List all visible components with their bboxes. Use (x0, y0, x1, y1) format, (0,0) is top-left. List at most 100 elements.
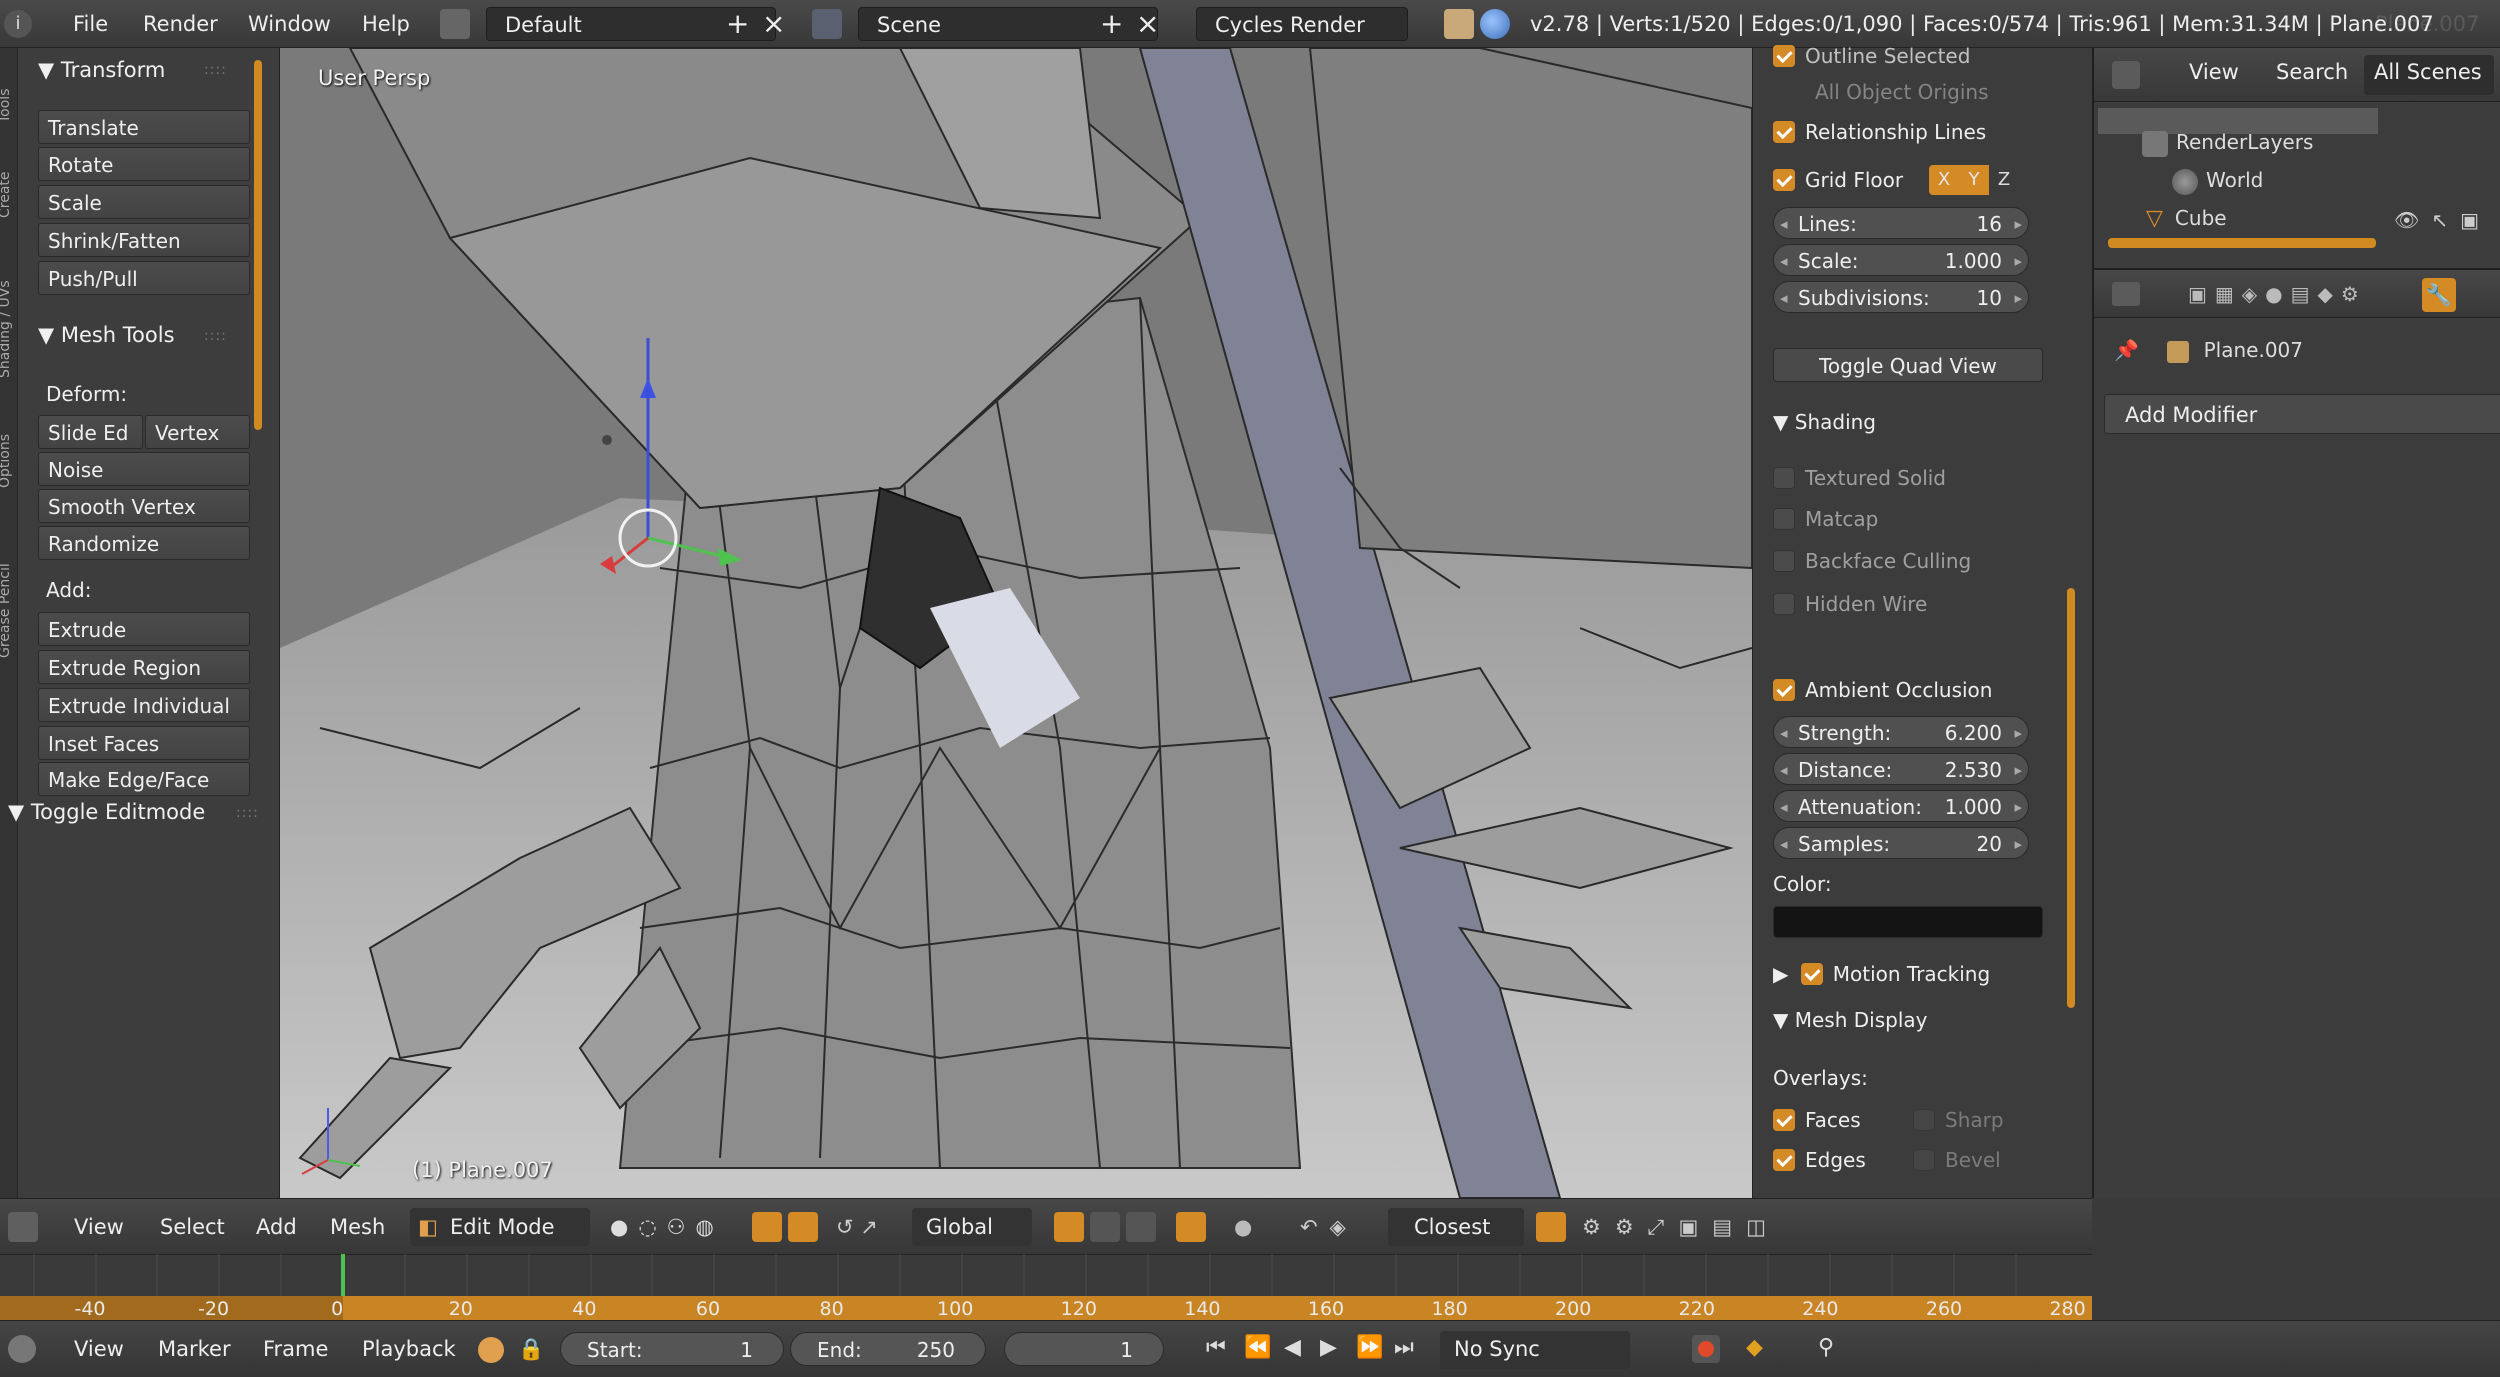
backface-culling-row[interactable]: Backface Culling (1773, 545, 2073, 577)
interaction-mode-select[interactable]: ◧ Edit Mode (410, 1208, 590, 1246)
motion-tracking-checkbox[interactable] (1800, 962, 1823, 985)
smooth-vertex-button[interactable]: Smooth Vertex (38, 489, 250, 523)
tab-tools[interactable]: Tools (0, 89, 13, 124)
auto-keying-record-icon[interactable] (1692, 1335, 1720, 1363)
panel-grip-icon[interactable]: :::: (236, 805, 259, 821)
add-scene-icon[interactable]: + (1100, 0, 1123, 48)
scale-button[interactable]: Scale (38, 185, 250, 219)
rotate-button[interactable]: Rotate (38, 147, 250, 181)
grid-floor-checkbox[interactable] (1773, 168, 1795, 191)
timeline-ruler[interactable] (0, 1296, 2092, 1320)
jump-start-icon[interactable]: ⏮ (1206, 1335, 1226, 1360)
tab-grease-pencil[interactable]: Grease Pencil (0, 563, 13, 658)
panel-grip-icon[interactable]: :::: (204, 328, 227, 344)
outliner-item-cube[interactable]: ▽ Cube (2146, 206, 2227, 231)
hidden-wire-checkbox[interactable] (1773, 592, 1795, 615)
backface-culling-checkbox[interactable] (1773, 549, 1795, 572)
npanel-scrollbar[interactable] (2067, 588, 2075, 1008)
tab-create[interactable]: Create (0, 171, 13, 218)
footer-menu-marker[interactable]: Marker (158, 1321, 231, 1377)
menu-render[interactable]: Render (143, 0, 218, 48)
footer-menu-frame[interactable]: Frame (263, 1321, 328, 1377)
motion-tracking-row[interactable]: ▶ Motion Tracking (1773, 958, 2073, 990)
ao-strength-field[interactable]: ◂ Strength: 6.200 ▸ (1773, 716, 2029, 748)
outliner-menu-view[interactable]: View (2189, 60, 2239, 84)
grid-axis-y-toggle[interactable]: Y (1959, 165, 1989, 195)
manipulator-icon[interactable] (788, 1212, 818, 1242)
ao-samples-field[interactable]: ◂ Samples: 20 ▸ (1773, 827, 2029, 859)
pin-icon[interactable]: 📌 (2114, 338, 2139, 362)
outliner-visibility-icons[interactable]: 👁↖▣ (2394, 208, 2491, 232)
menu-help[interactable]: Help (362, 0, 410, 48)
render-engine-select[interactable]: Cycles Render (1196, 7, 1408, 41)
matcap-row[interactable]: Matcap (1773, 503, 2073, 535)
render-tool-icons[interactable]: ⚙⚙⤢▣▤◫ (1582, 1199, 1780, 1255)
toolshelf-scrollbar[interactable] (254, 60, 262, 430)
shading-panel-header[interactable]: ▼ Shading (1773, 406, 2073, 438)
3d-viewport[interactable]: User Persp (1) Plane.007 (280, 48, 1752, 1198)
ao-distance-field[interactable]: ◂ Distance: 2.530 ▸ (1773, 753, 2029, 785)
faces-checkbox[interactable] (1773, 1108, 1795, 1131)
bevel-checkbox[interactable] (1913, 1148, 1935, 1171)
info-editor-icon[interactable]: i (4, 10, 32, 38)
close-scene-icon[interactable]: × (1136, 0, 1159, 48)
face-select-mode-icon[interactable] (1126, 1212, 1156, 1242)
panel-grip-icon[interactable]: :::: (204, 62, 227, 78)
play-icon[interactable]: ▶ (1320, 1335, 1337, 1360)
make-edge-face-button[interactable]: Make Edge/Face (38, 762, 250, 796)
editor-type-icon[interactable] (8, 1212, 38, 1242)
matcap-checkbox[interactable] (1773, 507, 1795, 530)
menu-file[interactable]: File (73, 0, 108, 48)
footer-menu-playback[interactable]: Playback (362, 1321, 456, 1377)
sharp-checkbox[interactable] (1913, 1108, 1935, 1131)
vertex-select-mode-icon[interactable] (1054, 1212, 1084, 1242)
grid-lines-field[interactable]: ◂ Lines: 16 ▸ (1773, 207, 2029, 239)
inset-faces-button[interactable]: Inset Faces (38, 726, 250, 760)
textured-solid-row[interactable]: Textured Solid (1773, 462, 2073, 494)
end-frame-field[interactable]: End: 250 (790, 1332, 986, 1366)
randomize-button[interactable]: Randomize (38, 526, 250, 560)
mesh-display-panel-header[interactable]: ▼ Mesh Display (1773, 1004, 2073, 1036)
transform-panel-header[interactable]: ▼ Transform (38, 58, 165, 82)
ambient-occlusion-row[interactable]: Ambient Occlusion (1773, 674, 2073, 706)
noise-button[interactable]: Noise (38, 452, 250, 486)
outliner-editor-icon[interactable] (2112, 61, 2140, 89)
hidden-wire-row[interactable]: Hidden Wire (1773, 588, 2073, 620)
close-layout-icon[interactable]: × (762, 0, 785, 48)
modifier-tab-wrench-icon[interactable]: 🔧 (2422, 278, 2456, 312)
ambient-occlusion-checkbox[interactable] (1773, 678, 1795, 701)
shading-mode-icons[interactable]: ●◌⚇◍ (610, 1199, 724, 1255)
pivot-icon[interactable] (752, 1212, 782, 1242)
ao-color-swatch[interactable] (1773, 906, 2043, 938)
lock-icon[interactable]: 🔒 (518, 1321, 544, 1377)
outliner-menu-search[interactable]: Search (2276, 60, 2348, 84)
toggle-quad-view-button[interactable]: Toggle Quad View (1773, 348, 2043, 382)
render-layer-icon[interactable] (1536, 1212, 1566, 1242)
grid-floor-row[interactable]: Grid Floor (1773, 164, 2073, 196)
bevel-row[interactable]: Bevel (1913, 1144, 2053, 1176)
outliner-display-mode[interactable]: All Scenes (2364, 55, 2494, 95)
extrude-button[interactable]: Extrude (38, 612, 250, 646)
grid-scale-field[interactable]: ◂ Scale: 1.000 ▸ (1773, 244, 2029, 276)
jump-next-keyframe-icon[interactable]: ⏩ (1356, 1335, 1383, 1360)
push-pull-button[interactable]: Push/Pull (38, 261, 250, 295)
play-reverse-icon[interactable]: ◀ (1284, 1335, 1301, 1360)
relationship-lines-checkbox[interactable] (1773, 120, 1795, 143)
outliner-item-renderlayers[interactable]: RenderLayers (2142, 130, 2313, 157)
tab-shading-uvs[interactable]: Shading / UVs (0, 280, 13, 378)
properties-tabs[interactable]: ▣▦◈●▤◆⚙ (2188, 282, 2367, 306)
translate-button[interactable]: Translate (38, 110, 250, 144)
sharp-row[interactable]: Sharp (1913, 1104, 2053, 1136)
extrude-individual-button[interactable]: Extrude Individual (38, 688, 250, 722)
transform-orientation-select[interactable]: Global (912, 1208, 1032, 1246)
scene-icon[interactable] (812, 9, 842, 39)
edge-select-mode-icon[interactable] (1090, 1212, 1120, 1242)
screen-layout-icon[interactable] (440, 9, 470, 39)
grid-axis-z-toggle[interactable]: Z (1989, 165, 2019, 195)
timeline-editor-icon[interactable] (8, 1335, 36, 1363)
keying-tool-icon[interactable]: ⚲ (1818, 1335, 1834, 1360)
add-modifier-select[interactable]: Add Modifier (2104, 394, 2500, 434)
manipulator-mode-icons[interactable]: ↺ ↗ (836, 1199, 878, 1255)
vp-menu-mesh[interactable]: Mesh (330, 1199, 385, 1255)
edges-checkbox[interactable] (1773, 1148, 1795, 1171)
